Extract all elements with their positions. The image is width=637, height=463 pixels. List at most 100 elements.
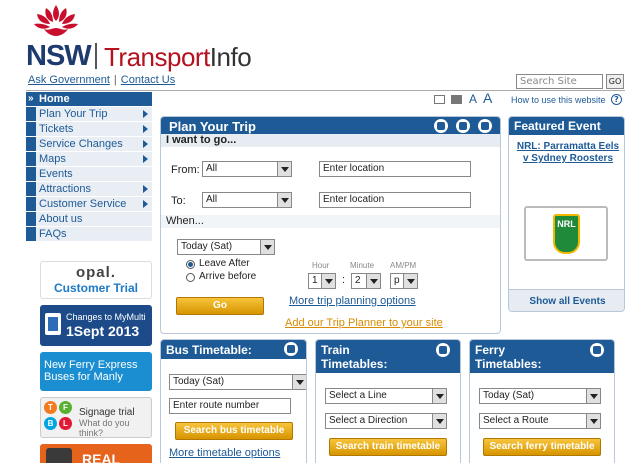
contact-us-link[interactable]: Contact Us xyxy=(121,74,175,86)
to-mode-select[interactable]: All xyxy=(202,192,292,208)
date-select[interactable]: Today (Sat) xyxy=(177,239,275,255)
go-button[interactable]: Go xyxy=(176,297,264,315)
nav-item-maps[interactable]: Maps xyxy=(26,152,152,167)
opal-subtitle: Customer Trial xyxy=(53,281,139,295)
ferry-date-value: Today (Sat) xyxy=(483,390,535,401)
ampm-value: p xyxy=(394,275,400,286)
time-colon: : xyxy=(342,274,346,286)
add-trip-planner-link[interactable]: Add our Trip Planner to your site xyxy=(285,317,443,329)
to-location-input[interactable]: Enter location xyxy=(319,192,471,208)
chevron-down-icon xyxy=(321,274,335,288)
search-bus-timetable-button[interactable]: Search bus timetable xyxy=(175,422,293,440)
search-input[interactable]: Search Site xyxy=(516,74,603,89)
nav-item-label: About us xyxy=(39,213,83,225)
top-bar: Ask Government | Contact Us Search Site GO xyxy=(26,73,626,90)
bus-timetable-header: Bus Timetable: xyxy=(161,340,306,359)
logo-divider xyxy=(95,43,97,69)
nav-item-about-us[interactable]: About us xyxy=(26,212,152,227)
nrl-logo-image[interactable]: NRL xyxy=(524,206,608,261)
ferry-express-promo-banner[interactable]: New Ferry Express Buses for Manly xyxy=(40,352,152,391)
train-timetables-header: Train Timetables: xyxy=(316,340,460,373)
ask-government-link[interactable]: Ask Government xyxy=(28,74,110,86)
arrive-before-radio[interactable] xyxy=(186,273,195,282)
minute-select[interactable]: 2 xyxy=(351,273,381,289)
ferry-timetables-header: Ferry Timetables: xyxy=(470,340,614,373)
arrow-right-icon xyxy=(143,155,148,163)
ampm-select[interactable]: p xyxy=(390,273,418,289)
ferry-date-select[interactable]: Today (Sat) xyxy=(479,388,601,404)
hour-select[interactable]: 1 xyxy=(308,273,336,289)
from-location-input[interactable]: Enter location xyxy=(319,161,471,177)
ferry-icon xyxy=(434,119,448,133)
train-line-select[interactable]: Select a Line xyxy=(325,388,447,404)
header-divider xyxy=(26,90,625,91)
leave-after-label: Leave After xyxy=(199,258,250,269)
nav-item-events[interactable]: Events xyxy=(26,167,152,182)
nav-item-label: Plan Your Trip xyxy=(39,108,108,120)
nav-item-tickets[interactable]: Tickets xyxy=(26,122,152,137)
nav-item-label: Maps xyxy=(39,153,66,165)
help-icon[interactable]: ? xyxy=(611,94,622,105)
text-size-large-button[interactable]: A xyxy=(483,90,492,106)
search-train-timetable-button[interactable]: Search train timetable xyxy=(329,438,447,456)
leave-after-radio[interactable] xyxy=(186,260,195,269)
train-line-value: Select a Line xyxy=(329,390,387,401)
nav-item-plan-your-trip[interactable]: Plan Your Trip xyxy=(26,107,152,122)
nav-item-customer-service[interactable]: Customer Service xyxy=(26,197,152,212)
arrive-before-label: Arrive before xyxy=(199,271,257,282)
chevron-down-icon xyxy=(586,389,600,403)
nav-item-service-changes[interactable]: Service Changes xyxy=(26,137,152,152)
text-size-small-button[interactable]: A xyxy=(469,92,477,106)
chevron-down-icon xyxy=(260,240,274,254)
chevron-down-icon xyxy=(586,414,600,428)
waratah-logo-icon xyxy=(34,5,78,36)
hour-value: 1 xyxy=(312,275,318,286)
arrow-right-icon xyxy=(143,125,148,133)
nav-item-label: FAQs xyxy=(39,228,67,240)
more-timetable-options-link[interactable]: More timetable options xyxy=(169,447,280,459)
nsw-logo-text: NSW xyxy=(26,40,92,72)
when-band: When... xyxy=(161,215,500,228)
bus-icon xyxy=(478,119,492,133)
show-all-events-link[interactable]: Show all Events xyxy=(509,289,624,311)
nav-item-label: Events xyxy=(39,168,73,180)
route-number-input[interactable]: Enter route number xyxy=(169,398,291,414)
bus-date-select[interactable]: Today (Sat) xyxy=(169,374,306,390)
opal-logo: opal. xyxy=(75,264,116,281)
link-separator: | xyxy=(113,74,117,86)
chevron-down-icon xyxy=(366,274,380,288)
how-to-use-link[interactable]: How to use this website xyxy=(511,95,606,105)
ferry-route-select[interactable]: Select a Route xyxy=(479,413,601,429)
mymulti-promo-banner[interactable]: Changes to MyMulti 1Sept 2013 xyxy=(40,305,152,346)
opal-promo-banner[interactable]: opal. Customer Trial xyxy=(40,261,152,299)
signage-trial-promo-banner[interactable]: T F B L Signage trial What do you think? xyxy=(40,397,152,438)
hour-label: Hour xyxy=(312,261,330,270)
real-time-promo-banner[interactable]: REAL TIME xyxy=(40,444,152,463)
featured-event-link[interactable]: NRL: Parramatta Eels v Sydney Roosters xyxy=(513,141,623,165)
arrow-right-icon xyxy=(143,110,148,118)
nav-item-home[interactable]: » Home xyxy=(26,92,152,107)
search-ferry-timetable-button[interactable]: Search ferry timetable xyxy=(483,438,601,456)
signage-line2: What do you think? xyxy=(79,418,130,438)
print-icon[interactable] xyxy=(451,95,462,104)
minute-label: Minute xyxy=(350,261,375,270)
train-direction-select[interactable]: Select a Direction xyxy=(325,413,447,429)
lightrail-mode-icon: L xyxy=(59,417,72,430)
email-icon[interactable] xyxy=(434,95,445,104)
from-label: From: xyxy=(171,164,200,176)
more-trip-options-link[interactable]: More trip planning options xyxy=(289,295,416,307)
nav-item-attractions[interactable]: Attractions xyxy=(26,182,152,197)
chevron-down-icon xyxy=(277,162,291,176)
transport-word: Transport xyxy=(104,42,210,72)
from-mode-select[interactable]: All xyxy=(202,161,292,177)
search-go-button[interactable]: GO xyxy=(606,74,624,89)
nav-item-faqs[interactable]: FAQs xyxy=(26,227,152,242)
to-label: To: xyxy=(171,195,186,207)
nav-item-label: Customer Service xyxy=(39,198,127,210)
top-links: Ask Government | Contact Us xyxy=(28,74,175,86)
ferry-express-text: New Ferry Express Buses for Manly xyxy=(44,359,138,383)
chevron-down-icon xyxy=(277,193,291,207)
want-to-go-band: I want to go... xyxy=(161,134,500,147)
plan-trip-panel: Plan Your Trip I want to go... From: All… xyxy=(160,116,501,334)
chevron-down-icon xyxy=(432,389,446,403)
